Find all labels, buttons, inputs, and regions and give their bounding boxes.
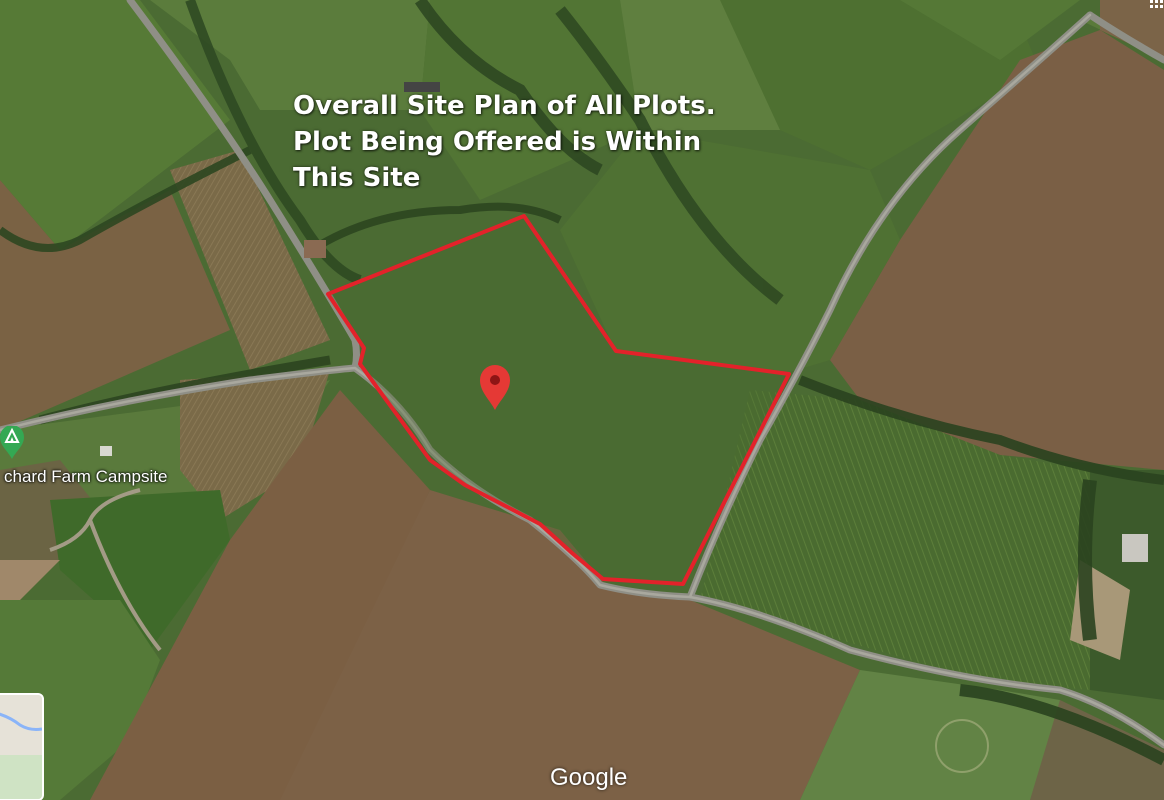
- map-thumbnail: [0, 695, 42, 799]
- imagery-toggle-button[interactable]: [0, 693, 44, 800]
- campsite-label: chard Farm Campsite: [0, 467, 167, 487]
- campsite-label-text: chard Farm Campsite: [4, 467, 168, 486]
- location-pin-icon[interactable]: [478, 364, 512, 412]
- annotation-line-3: This Site: [293, 163, 421, 193]
- satellite-map[interactable]: Overall Site Plan of All Plots. Plot Bei…: [0, 0, 1164, 800]
- annotation-line-1: Overall Site Plan of All Plots.: [293, 91, 716, 121]
- apps-grid-icon[interactable]: [1146, 0, 1164, 10]
- google-logo: Google: [550, 764, 628, 791]
- site-plan-annotation: Overall Site Plan of All Plots. Plot Bei…: [293, 88, 763, 196]
- campsite-icon: [0, 426, 24, 459]
- annotation-line-2: Plot Being Offered is Within: [293, 127, 702, 157]
